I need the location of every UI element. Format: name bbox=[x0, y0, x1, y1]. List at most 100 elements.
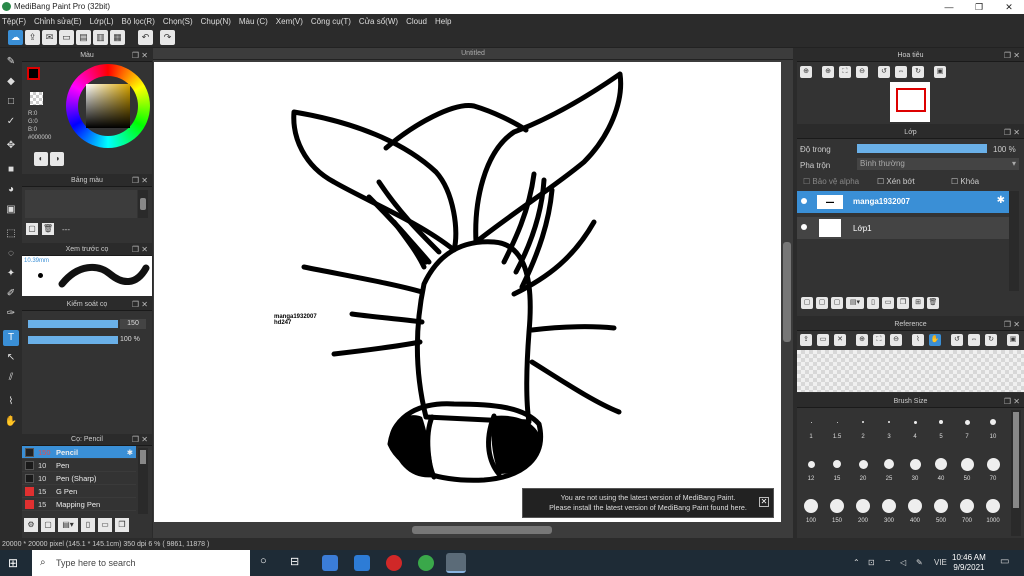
brush-item[interactable]: 10 Pen (Sharp) bbox=[22, 472, 136, 485]
select-pen-icon[interactable]: ✓ bbox=[3, 114, 19, 130]
brush-add-menu-icon[interactable]: ▤▾ bbox=[58, 518, 78, 532]
protect-alpha-checkbox[interactable]: ☐ Bảo vệ alpha bbox=[803, 177, 859, 186]
new-layer-2-icon[interactable]: ▢ bbox=[816, 297, 828, 309]
brush-opacity-slider[interactable] bbox=[28, 336, 118, 344]
menu-edit[interactable]: Chỉnh sửa(E) bbox=[34, 17, 82, 26]
eyedropper-tool-icon[interactable]: ⌇ bbox=[3, 394, 19, 410]
language-indicator[interactable]: VIE bbox=[934, 558, 947, 567]
brush-size-option[interactable]: 70 bbox=[981, 452, 1005, 490]
panel-close-icon[interactable]: ❐ ✕ bbox=[1004, 127, 1020, 139]
new-palette-icon[interactable]: ▢ bbox=[26, 223, 38, 235]
flip-icon[interactable]: ⇔ bbox=[895, 66, 907, 78]
brush-list-scrollbar[interactable] bbox=[138, 448, 148, 514]
delete-layer-icon[interactable]: 🗑 bbox=[927, 297, 939, 309]
mail-icon[interactable] bbox=[354, 555, 370, 571]
ref-reset-icon[interactable]: ▣ bbox=[1007, 334, 1019, 346]
export-icon[interactable]: ⇪ bbox=[25, 30, 40, 45]
tray-chevron-icon[interactable]: ⌃ bbox=[853, 558, 860, 567]
widgets-icon[interactable]: ⊟ bbox=[290, 555, 299, 568]
ref-flip-icon[interactable]: ⇔ bbox=[968, 334, 980, 346]
gear-icon[interactable]: ✱ bbox=[997, 195, 1005, 206]
brush-size-option[interactable]: 1.5 bbox=[825, 410, 849, 448]
drawing-canvas[interactable]: manga1932007 hd247 bbox=[154, 62, 781, 522]
brush-size-option[interactable]: 25 bbox=[877, 452, 901, 490]
gear-icon[interactable]: ✱ bbox=[127, 448, 133, 457]
divide-tool-icon[interactable]: ⫽ bbox=[3, 370, 19, 386]
reset-icon[interactable]: ▣ bbox=[934, 66, 946, 78]
menu-filter[interactable]: Bộ lọc(R) bbox=[122, 17, 155, 26]
select-eraser-icon[interactable]: ✑ bbox=[3, 306, 19, 322]
minimize-button[interactable]: — bbox=[934, 0, 964, 14]
panel-close-icon[interactable]: ❐ ✕ bbox=[132, 299, 148, 311]
fit-icon[interactable]: ⛶ bbox=[839, 66, 851, 78]
navigator-thumbnail[interactable] bbox=[890, 82, 930, 122]
ref-zoom-out-icon[interactable]: ⊖ bbox=[890, 334, 902, 346]
cloud-icon[interactable]: ☁ bbox=[8, 30, 23, 45]
close-ref-icon[interactable]: ✕ bbox=[834, 334, 846, 346]
brush-size-option[interactable]: 7 bbox=[955, 410, 979, 448]
panel-close-icon[interactable]: ❐ ✕ bbox=[132, 434, 148, 446]
eye-icon[interactable] bbox=[801, 198, 807, 204]
menu-tools[interactable]: Công cụ(T) bbox=[311, 17, 351, 26]
grid-icon[interactable]: ▦ bbox=[110, 30, 125, 45]
color-history-icon[interactable]: ◑ bbox=[50, 152, 64, 166]
update-notification[interactable]: You are not using the latest version of … bbox=[522, 488, 774, 518]
clipping-checkbox[interactable]: ☐ Xén bớt bbox=[877, 177, 915, 186]
operation-tool-icon[interactable]: ↖ bbox=[3, 350, 19, 366]
brush-size-option[interactable]: 700 bbox=[955, 494, 979, 532]
windows-start-icon[interactable]: ⊞ bbox=[8, 556, 18, 570]
canvas-hscrollbar[interactable] bbox=[154, 524, 781, 536]
ref-zoom-in-icon[interactable]: ⊕ bbox=[856, 334, 868, 346]
clock[interactable]: 10:46 AM 9/9/2021 bbox=[952, 553, 986, 573]
notification-icon[interactable]: ▭ bbox=[1000, 556, 1009, 567]
brush-doc-icon[interactable]: ▯ bbox=[81, 518, 95, 532]
brush-size-option[interactable]: 150 bbox=[825, 494, 849, 532]
brush-item[interactable]: 15 G Pen bbox=[22, 485, 136, 498]
duplicate-icon[interactable]: ❐ bbox=[897, 297, 909, 309]
brush-size-option[interactable]: 20 bbox=[851, 452, 875, 490]
menu-window[interactable]: Cửa sổ(W) bbox=[359, 17, 398, 26]
brush-size-option[interactable]: 1 bbox=[799, 410, 823, 448]
notification-close-icon[interactable]: ✕ bbox=[759, 497, 769, 507]
store-icon[interactable] bbox=[322, 555, 338, 571]
brush-size-option[interactable]: 400 bbox=[903, 494, 927, 532]
foreground-color-swatch[interactable] bbox=[27, 67, 40, 80]
brush-settings-icon[interactable]: ⚙ bbox=[24, 518, 38, 532]
menu-layer[interactable]: Lớp(L) bbox=[90, 17, 114, 26]
background-color-swatch[interactable] bbox=[30, 92, 43, 105]
add-layer-menu-icon[interactable]: ▤▾ bbox=[846, 297, 864, 309]
brush-size-option[interactable]: 30 bbox=[903, 452, 927, 490]
taskbar-search[interactable]: ⌕ Type here to search bbox=[32, 550, 250, 576]
brush-size-option[interactable]: 4 bbox=[903, 410, 927, 448]
redo-icon[interactable]: ↷ bbox=[160, 30, 175, 45]
brush-size-option[interactable]: 3 bbox=[877, 410, 901, 448]
pen-icon[interactable]: ✎ bbox=[916, 558, 923, 567]
select-rect-icon[interactable]: ⬚ bbox=[3, 226, 19, 242]
reference-view[interactable] bbox=[797, 350, 1024, 392]
ref-rotate-left-icon[interactable]: ↺ bbox=[951, 334, 963, 346]
folder-icon[interactable]: ▭ bbox=[882, 297, 894, 309]
network-icon[interactable]: ⊡ bbox=[868, 558, 875, 567]
panel-close-icon[interactable]: ❐ ✕ bbox=[1004, 319, 1020, 331]
maximize-button[interactable]: ❐ bbox=[964, 0, 994, 14]
menu-file[interactable]: Tệp(F) bbox=[2, 17, 26, 26]
brush-size-option[interactable]: 2 bbox=[851, 410, 875, 448]
layer-row[interactable]: Lớp1 bbox=[797, 217, 1009, 239]
brush-copy-icon[interactable]: ❐ bbox=[115, 518, 129, 532]
saturation-square[interactable] bbox=[86, 84, 130, 128]
rotate-left-icon[interactable]: ↺ bbox=[878, 66, 890, 78]
ref-eyedropper-icon[interactable]: ⌇ bbox=[912, 334, 924, 346]
task-view-icon[interactable]: ○ bbox=[260, 555, 267, 567]
menu-snap[interactable]: Chụp(N) bbox=[201, 17, 231, 26]
hue-wheel[interactable] bbox=[66, 64, 150, 148]
rotate-right-icon[interactable]: ↻ bbox=[912, 66, 924, 78]
wifi-icon[interactable]: ⌔ bbox=[884, 558, 892, 568]
brush-size-value[interactable]: 150 bbox=[120, 319, 146, 329]
opera-icon[interactable] bbox=[386, 555, 402, 571]
magic-wand-icon[interactable]: ✦ bbox=[3, 266, 19, 282]
brush-item[interactable]: 15 Mapping Pen bbox=[22, 498, 136, 511]
panel-close-icon[interactable]: ❐ ✕ bbox=[132, 244, 148, 256]
brush-size-option[interactable]: 300 bbox=[877, 494, 901, 532]
frame-icon[interactable]: ▤ bbox=[76, 30, 91, 45]
brush-size-option[interactable]: 15 bbox=[825, 452, 849, 490]
